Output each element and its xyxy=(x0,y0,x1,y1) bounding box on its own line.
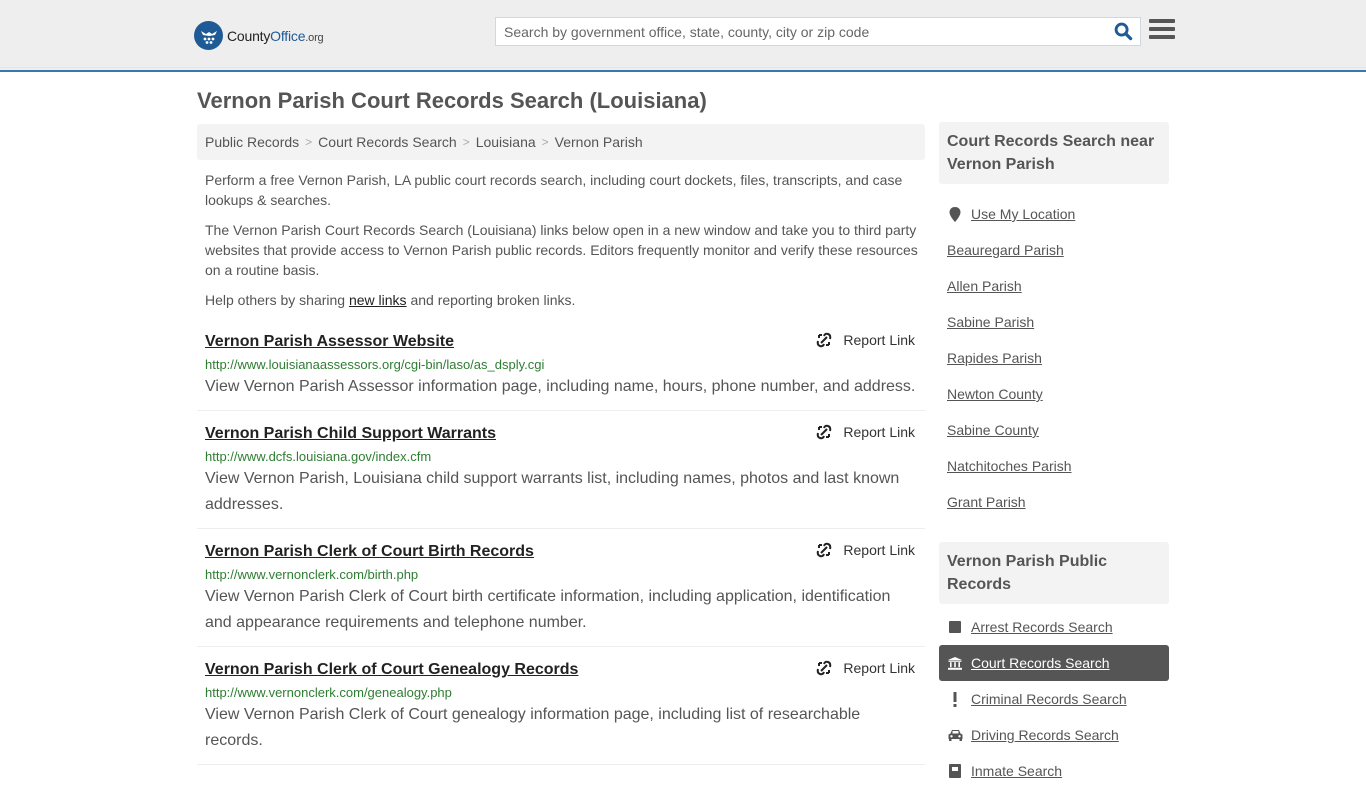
result-item: Vernon Parish Clerk of Court Genealogy R… xyxy=(197,656,925,765)
search-input[interactable] xyxy=(496,18,1106,45)
report-link-button[interactable]: Report Link xyxy=(816,660,915,676)
nearby-item: Sabine County xyxy=(939,412,1169,448)
criminal-records-search-link[interactable]: Criminal Records Search xyxy=(971,691,1127,707)
use-my-location-item: Use My Location xyxy=(939,196,1169,232)
menu-bar-icon xyxy=(1149,35,1175,39)
public-records-heading: Vernon Parish Public Records xyxy=(939,542,1169,604)
logo-text-office: Office xyxy=(270,27,306,44)
share-text: Help others by sharing xyxy=(205,292,349,308)
nearby-list: Use My Location Beauregard Parish Allen … xyxy=(939,184,1169,520)
exclamation-icon xyxy=(947,691,963,707)
result-url: http://www.vernonclerk.com/genealogy.php xyxy=(205,685,452,700)
breadcrumb-court-records-search[interactable]: Court Records Search xyxy=(318,134,457,150)
nearby-item: Sabine Parish xyxy=(939,304,1169,340)
share-text: and reporting broken links. xyxy=(406,292,576,308)
search-icon xyxy=(1114,22,1132,41)
nearby-link-rapides-parish[interactable]: Rapides Parish xyxy=(947,350,1042,366)
broken-link-icon xyxy=(817,660,832,676)
nearby-link-grant-parish[interactable]: Grant Parish xyxy=(947,494,1026,510)
broken-link-icon xyxy=(817,542,832,558)
result-description: View Vernon Parish, Louisiana child supp… xyxy=(205,470,900,513)
nearby-link-newton-county[interactable]: Newton County xyxy=(947,386,1043,402)
menu-bar-icon xyxy=(1149,27,1175,31)
map-marker-icon xyxy=(947,206,963,222)
report-link-label: Report Link xyxy=(843,542,915,558)
result-item: Vernon Parish Assessor Website Report Li… xyxy=(197,328,925,411)
nearby-item: Allen Parish xyxy=(939,268,1169,304)
breadcrumb-public-records[interactable]: Public Records xyxy=(205,134,299,150)
result-url: http://www.dcfs.louisiana.gov/index.cfm xyxy=(205,449,432,464)
result-title-link[interactable]: Vernon Parish Clerk of Court Genealogy R… xyxy=(205,658,578,682)
result-description: View Vernon Parish Clerk of Court geneal… xyxy=(205,706,861,749)
public-records-item-active: Court Records Search xyxy=(939,645,1169,681)
page-title: Vernon Parish Court Records Search (Loui… xyxy=(197,88,707,113)
broken-link-icon xyxy=(817,424,832,440)
intro-section: Perform a free Vernon Parish, LA public … xyxy=(205,170,920,320)
use-my-location-link[interactable]: Use My Location xyxy=(971,206,1075,222)
nearby-link-sabine-county[interactable]: Sabine County xyxy=(947,422,1039,438)
nearby-link-sabine-parish[interactable]: Sabine Parish xyxy=(947,314,1034,330)
intro-paragraph: The Vernon Parish Court Records Search (… xyxy=(205,222,918,278)
inmate-icon xyxy=(947,764,963,778)
site-logo[interactable]: CountyOffice.org xyxy=(194,21,324,50)
eagle-logo-icon xyxy=(194,21,223,50)
result-title-link[interactable]: Vernon Parish Assessor Website xyxy=(205,330,454,354)
breadcrumb-separator: > xyxy=(305,135,313,149)
broken-link-icon xyxy=(817,332,832,348)
report-link-label: Report Link xyxy=(843,332,915,348)
nearby-item: Grant Parish xyxy=(939,484,1169,520)
search-bar xyxy=(495,17,1141,46)
report-link-button[interactable]: Report Link xyxy=(816,542,915,558)
arrest-records-search-link[interactable]: Arrest Records Search xyxy=(971,619,1113,635)
nearby-link-allen-parish[interactable]: Allen Parish xyxy=(947,278,1022,294)
menu-bar-icon xyxy=(1149,19,1175,23)
breadcrumb-separator: > xyxy=(462,135,470,149)
logo-text-org: .org xyxy=(305,31,324,44)
nearby-item: Beauregard Parish xyxy=(939,232,1169,268)
results-list: Vernon Parish Assessor Website Report Li… xyxy=(197,328,925,774)
result-url: http://www.vernonclerk.com/birth.php xyxy=(205,567,419,582)
report-link-label: Report Link xyxy=(843,660,915,676)
breadcrumb-vernon-parish[interactable]: Vernon Parish xyxy=(555,134,643,150)
result-description: View Vernon Parish Assessor information … xyxy=(205,378,916,395)
public-records-item: Driving Records Search xyxy=(939,717,1169,753)
court-records-search-link[interactable]: Court Records Search xyxy=(971,655,1110,671)
nearby-heading: Court Records Search near Vernon Parish xyxy=(939,122,1169,184)
public-records-item: Arrest Records Search xyxy=(939,609,1169,645)
result-title-link[interactable]: Vernon Parish Clerk of Court Birth Recor… xyxy=(205,540,534,564)
breadcrumb-separator: > xyxy=(541,135,549,149)
nearby-link-natchitoches-parish[interactable]: Natchitoches Parish xyxy=(947,458,1072,474)
public-records-item: Inmate Search xyxy=(939,753,1169,789)
report-link-label: Report Link xyxy=(843,424,915,440)
intro-paragraph: Perform a free Vernon Parish, LA public … xyxy=(205,172,903,208)
new-links-link[interactable]: new links xyxy=(349,292,407,308)
result-item: Vernon Parish Clerk of Court Birth Recor… xyxy=(197,538,925,647)
result-item: Vernon Parish Child Support Warrants Rep… xyxy=(197,420,925,529)
car-icon xyxy=(947,729,963,741)
nearby-item: Newton County xyxy=(939,376,1169,412)
logo-text-county: County xyxy=(227,27,271,44)
report-link-button[interactable]: Report Link xyxy=(816,424,915,440)
nearby-item: Rapides Parish xyxy=(939,340,1169,376)
share-paragraph: Help others by sharing new links and rep… xyxy=(205,290,920,310)
public-records-item: Criminal Records Search xyxy=(939,681,1169,717)
square-icon xyxy=(947,621,963,633)
breadcrumb-louisiana[interactable]: Louisiana xyxy=(476,134,536,150)
hamburger-menu-button[interactable] xyxy=(1149,19,1175,43)
result-description: View Vernon Parish Clerk of Court birth … xyxy=(205,588,891,631)
result-url: http://www.louisianaassessors.org/cgi-bi… xyxy=(205,357,545,372)
result-title-link[interactable]: Vernon Parish Child Support Warrants xyxy=(205,422,496,446)
public-records-list: Arrest Records Search Court Records Sear… xyxy=(939,604,1169,789)
nearby-link-beauregard-parish[interactable]: Beauregard Parish xyxy=(947,242,1064,258)
inmate-search-link[interactable]: Inmate Search xyxy=(971,763,1062,779)
search-button[interactable] xyxy=(1106,18,1140,45)
report-link-button[interactable]: Report Link xyxy=(816,332,915,348)
nearby-item: Natchitoches Parish xyxy=(939,448,1169,484)
breadcrumb: Public Records > Court Records Search > … xyxy=(197,124,925,160)
logo-wordmark: CountyOffice.org xyxy=(227,27,324,44)
courthouse-icon xyxy=(947,656,963,670)
sidebar: Court Records Search near Vernon Parish … xyxy=(939,122,1169,789)
site-header: CountyOffice.org xyxy=(0,0,1366,72)
driving-records-search-link[interactable]: Driving Records Search xyxy=(971,727,1119,743)
